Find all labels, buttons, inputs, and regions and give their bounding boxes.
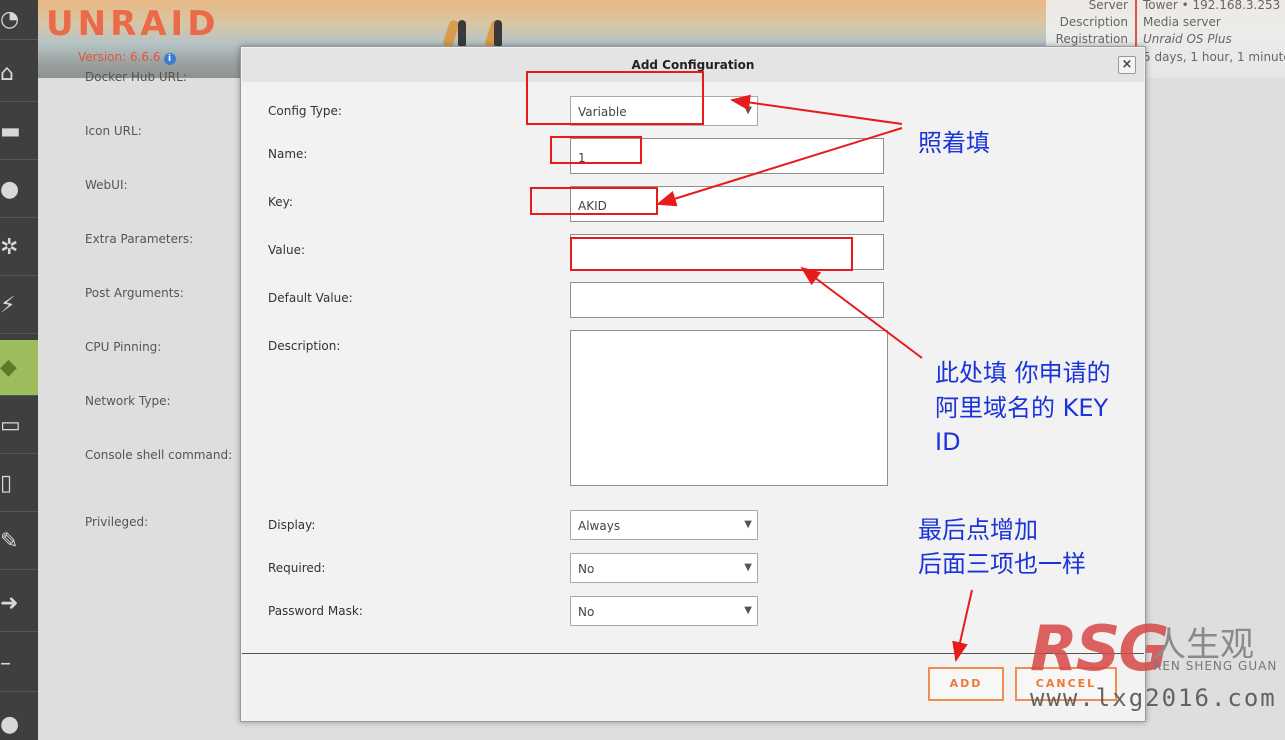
value-hint-line-3: ID [935, 428, 961, 456]
watermark-pinyin: REN SHENG GUAN [1153, 659, 1278, 673]
final-hint-line-1: 最后点增加 [918, 516, 1038, 544]
fill-as-shown-note: 照着填 [918, 129, 990, 157]
value-hint-line-2: 阿里域名的 KEY [935, 394, 1109, 422]
watermark-logo: RSG [1030, 612, 1169, 685]
watermark-url: www.lxg2016.com [1030, 684, 1277, 712]
value-hint-line-1: 此处填 你申请的 [935, 359, 1111, 387]
final-hint-line-2: 后面三项也一样 [918, 550, 1086, 578]
